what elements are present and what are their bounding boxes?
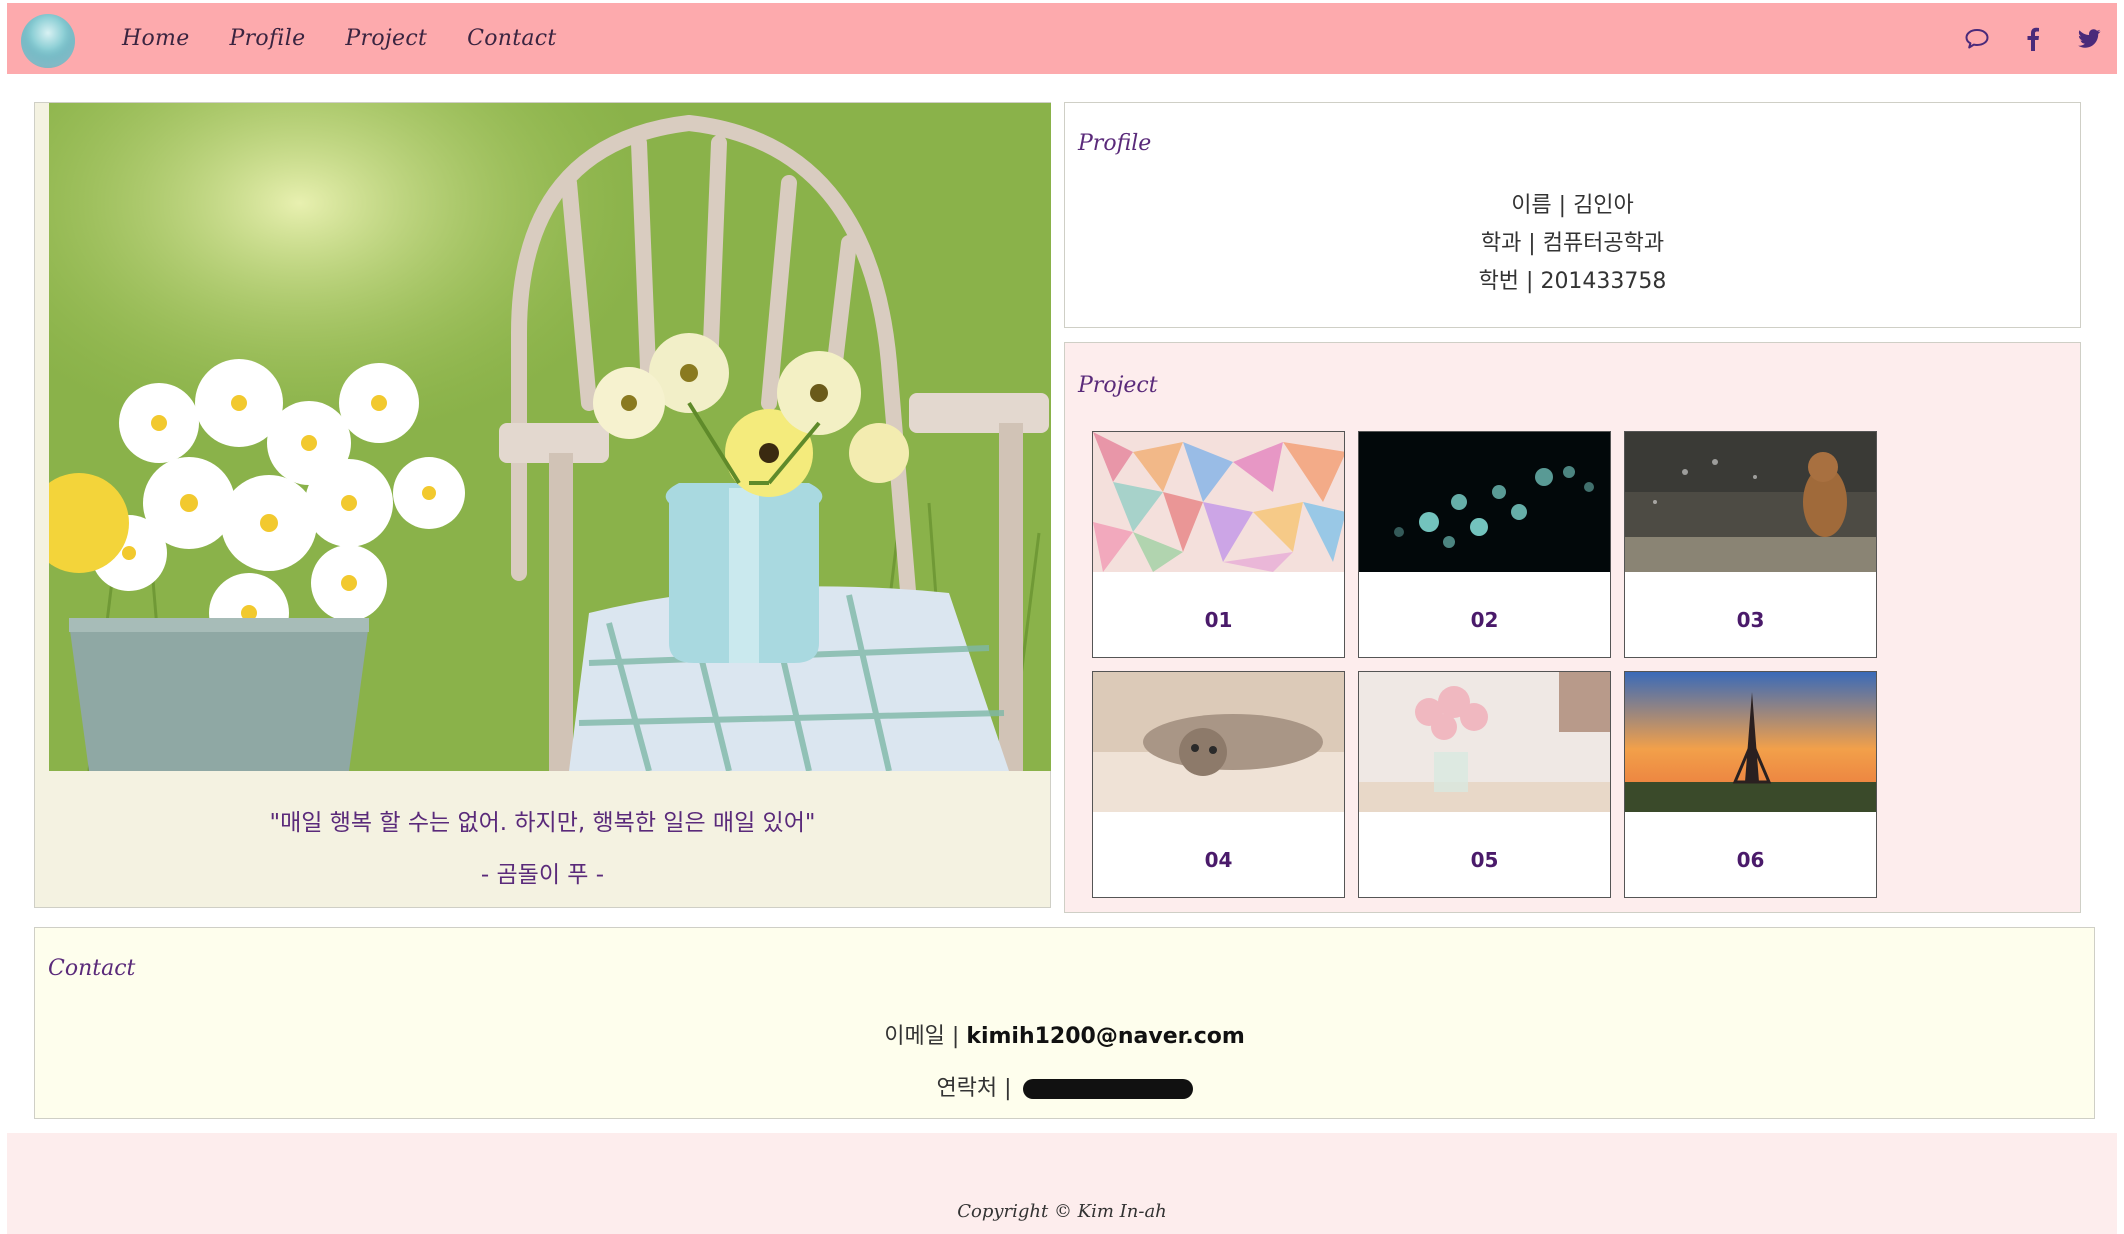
twitter-icon[interactable] [2075, 25, 2103, 53]
contact-phone-line: 연락처 | [35, 1070, 2094, 1102]
hero-quote-author: - 곰돌이 푸 - [480, 862, 605, 888]
top-navbar: Home Profile Project Contact [7, 3, 2117, 74]
project-card-01[interactable]: 01 [1092, 431, 1345, 658]
contact-title: Contact [48, 956, 136, 981]
contact-email-label: 이메일 | [884, 1024, 967, 1049]
hero-card: "매일 행복 할 수는 없어. 하지만, 행복한 일은 매일 있어" - 곰돌이… [34, 102, 1051, 908]
hero-photo-flowers-chair [49, 103, 1051, 771]
page-footer: Copyright © Kim In-ah [7, 1133, 2117, 1234]
project-card-06[interactable]: 06 [1624, 671, 1877, 898]
contact-phone-label: 연락처 | [936, 1076, 1019, 1101]
project-thumbnail-02 [1359, 432, 1610, 572]
project-thumbnail-01 [1093, 432, 1344, 572]
contact-section: Contact 이메일 | kimih1200@naver.com 연락처 | [34, 927, 2095, 1119]
project-label-01: 01 [1204, 608, 1233, 632]
project-card-05[interactable]: 05 [1358, 671, 1611, 898]
project-thumbnail-05 [1359, 672, 1610, 812]
project-card-03[interactable]: 03 [1624, 431, 1877, 658]
nav-link-contact[interactable]: Contact [467, 26, 556, 51]
project-card-04[interactable]: 04 [1092, 671, 1345, 898]
profile-title: Profile [1078, 131, 1152, 156]
profile-info: 이름 | 김인아 학과 | 컴퓨터공학과 학번 | 201433758 [1065, 187, 2080, 301]
site-logo[interactable] [21, 14, 75, 68]
contact-email-line: 이메일 | kimih1200@naver.com [35, 1018, 2094, 1050]
project-section: Project 01 02 03 04 05 06 [1064, 342, 2081, 913]
project-label-04: 04 [1204, 848, 1233, 872]
social-icons [1935, 3, 2103, 74]
project-label-03: 03 [1736, 608, 1765, 632]
chat-bubble-icon[interactable] [1963, 25, 1991, 53]
project-label-06: 06 [1736, 848, 1765, 872]
profile-name-line: 이름 | 김인아 [1511, 193, 1634, 218]
nav-links: Home Profile Project Contact [122, 3, 597, 74]
hero-quote: "매일 행복 할 수는 없어. 하지만, 행복한 일은 매일 있어" [269, 810, 816, 836]
project-thumbnail-06 [1625, 672, 1876, 812]
nav-link-project[interactable]: Project [345, 26, 427, 51]
profile-student-id-line: 학번 | 201433758 [1478, 269, 1667, 294]
project-title: Project [1078, 373, 1158, 398]
project-label-05: 05 [1470, 848, 1499, 872]
profile-major-line: 학과 | 컴퓨터공학과 [1480, 231, 1665, 256]
project-thumbnail-03 [1625, 432, 1876, 572]
redacted-phone-number [1022, 1079, 1193, 1099]
facebook-icon[interactable] [2019, 25, 2047, 53]
project-card-02[interactable]: 02 [1358, 431, 1611, 658]
project-label-02: 02 [1470, 608, 1499, 632]
profile-section: Profile 이름 | 김인아 학과 | 컴퓨터공학과 학번 | 201433… [1064, 102, 2081, 328]
nav-link-home[interactable]: Home [122, 26, 190, 51]
nav-link-profile[interactable]: Profile [230, 26, 306, 51]
copyright-text: Copyright © Kim In-ah [957, 1201, 1167, 1222]
project-thumbnail-04 [1093, 672, 1344, 812]
contact-email-value[interactable]: kimih1200@naver.com [966, 1024, 1244, 1049]
